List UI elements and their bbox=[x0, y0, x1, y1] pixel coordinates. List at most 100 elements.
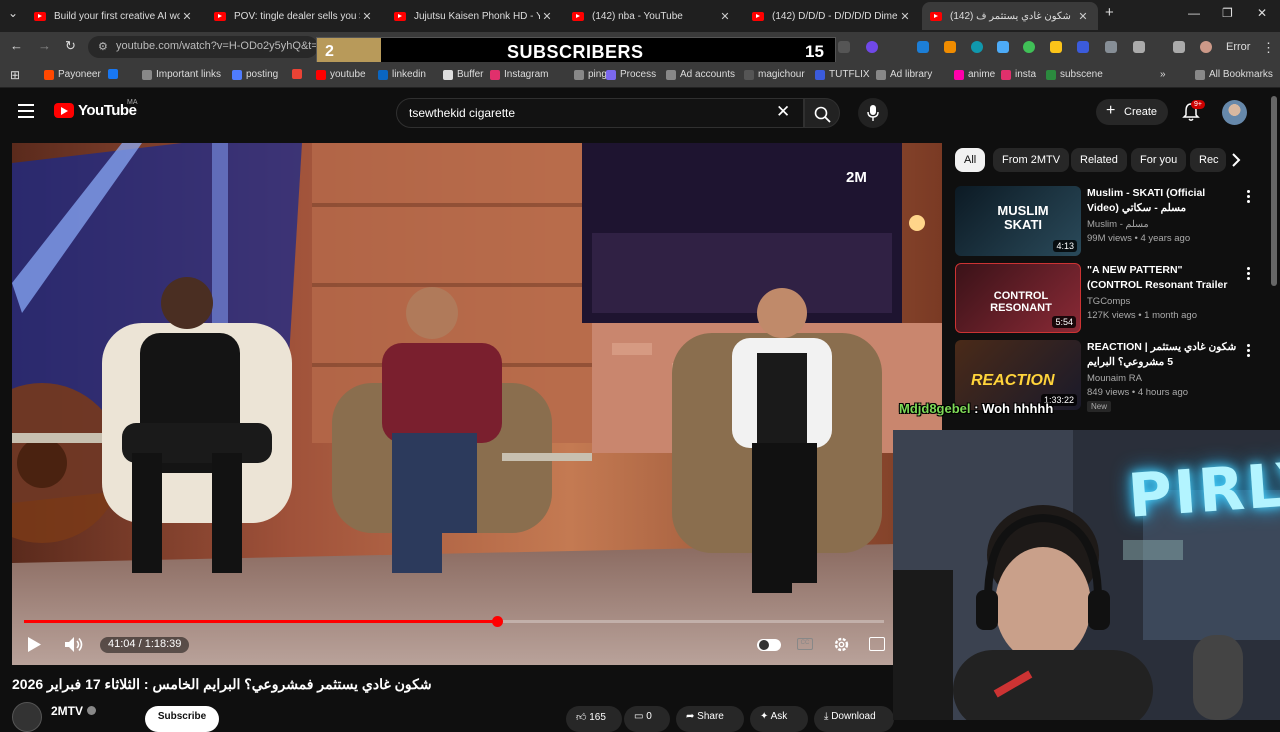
chip-all[interactable]: All bbox=[955, 148, 986, 172]
error-button[interactable]: Error bbox=[1226, 37, 1262, 59]
account-avatar[interactable] bbox=[1222, 100, 1247, 125]
bookmark-item[interactable] bbox=[108, 69, 122, 79]
all-bookmarks[interactable]: All Bookmarks bbox=[1195, 69, 1273, 80]
more-actions-icon[interactable] bbox=[1247, 190, 1251, 205]
apps-grid-icon[interactable]: ⊞ bbox=[10, 68, 20, 82]
recommendation-channel[interactable]: Muslim - مسلم bbox=[1087, 219, 1149, 230]
browser-tab[interactable]: POV: tingle dealer sells you $25 ✕ bbox=[206, 2, 382, 30]
tab-close-icon[interactable]: ✕ bbox=[1076, 10, 1090, 23]
video-thumbnail[interactable]: REACTION 1:33:22 bbox=[955, 340, 1081, 410]
clear-search-icon[interactable]: ✕ bbox=[776, 102, 790, 122]
youtube-logo-icon[interactable] bbox=[54, 103, 74, 118]
recommendation-channel[interactable]: Mounaim RA bbox=[1087, 373, 1142, 384]
extension-icon[interactable] bbox=[1077, 41, 1089, 53]
ask-button[interactable]: ✦ Ask bbox=[750, 706, 808, 732]
bookmark-item[interactable]: youtube bbox=[316, 69, 366, 80]
share-button[interactable]: ➦ Share bbox=[676, 706, 744, 732]
bookmark-item[interactable] bbox=[292, 69, 306, 79]
recommendation-channel[interactable]: TGComps bbox=[1087, 296, 1130, 307]
browser-tab[interactable]: (142) nba - YouTube ✕ bbox=[564, 2, 740, 30]
tab-close-icon[interactable]: ✕ bbox=[360, 10, 374, 23]
new-tab-icon[interactable]: + bbox=[1105, 4, 1114, 21]
bookmark-item[interactable]: subscene bbox=[1046, 69, 1103, 80]
puzzle-extensions-icon[interactable] bbox=[1133, 41, 1145, 53]
scrollbar[interactable] bbox=[1271, 96, 1277, 286]
bookmark-item[interactable]: posting bbox=[232, 69, 278, 80]
extension-icon[interactable] bbox=[1105, 41, 1117, 53]
browser-menu-icon[interactable]: ⋮ bbox=[1262, 40, 1275, 56]
menu-icon[interactable] bbox=[18, 104, 34, 118]
bookmark-item[interactable]: ping bbox=[574, 69, 607, 80]
bookmark-item[interactable]: insta bbox=[1001, 69, 1036, 80]
channel-avatar[interactable] bbox=[12, 702, 42, 732]
tab-list-icon[interactable]: ⌄ bbox=[8, 6, 18, 20]
extension-icon[interactable] bbox=[866, 41, 878, 53]
bookmarks-overflow-icon[interactable]: » bbox=[1160, 69, 1166, 80]
browser-tab[interactable]: Jujutsu Kaisen Phonk HD - YouT ✕ bbox=[386, 2, 562, 30]
chip-from-channel[interactable]: From 2MTV bbox=[993, 148, 1070, 172]
forward-arrow-icon[interactable]: → bbox=[38, 38, 51, 53]
tab-close-icon[interactable]: ✕ bbox=[180, 10, 194, 23]
bookmark-item[interactable]: anime bbox=[954, 69, 995, 80]
amazon-extension-icon[interactable] bbox=[944, 41, 956, 53]
bookmark-item[interactable]: linkedin bbox=[378, 69, 426, 80]
captions-icon[interactable]: CC bbox=[797, 638, 813, 650]
bookmark-item[interactable]: TUTFLIX bbox=[815, 69, 870, 80]
chip-for-you[interactable]: For you bbox=[1131, 148, 1187, 172]
bookmark-item[interactable]: Payoneer bbox=[44, 69, 101, 80]
recommendation-item[interactable]: REACTION 1:33:22 REACTION | شكون غادي يس… bbox=[955, 340, 1265, 412]
voice-search-button[interactable] bbox=[858, 98, 888, 128]
recommendation-title[interactable]: "A NEW PATTERN" (CONTROL Resonant Traile… bbox=[1087, 263, 1239, 293]
recommendation-item[interactable]: MUSLIM SKATI 4:13 Muslim - SKATI (Offici… bbox=[955, 186, 1265, 256]
bookmark-item[interactable]: Process bbox=[606, 69, 656, 80]
recommendation-title[interactable]: REACTION | شكون غادي يستثمر 5 مشروعي؟ ال… bbox=[1087, 340, 1239, 370]
extension-icon[interactable] bbox=[917, 41, 929, 53]
search-input[interactable]: tsewthekid cigarette bbox=[396, 98, 804, 128]
more-actions-icon[interactable] bbox=[1247, 344, 1251, 359]
play-icon[interactable] bbox=[26, 636, 42, 653]
browser-tab[interactable]: (142) D/D/D - D/D/D/D Dimen ✕ bbox=[744, 2, 920, 30]
comments-button[interactable]: ▭ 0 bbox=[624, 706, 670, 732]
tab-close-icon[interactable]: ✕ bbox=[718, 10, 732, 23]
profile-icon[interactable] bbox=[1200, 41, 1212, 53]
bookmark-item[interactable]: Instagram bbox=[490, 69, 548, 80]
chevron-right-icon[interactable] bbox=[1231, 153, 1241, 167]
video-thumbnail[interactable]: MUSLIM SKATI 4:13 bbox=[955, 186, 1081, 256]
extension-icon[interactable] bbox=[1023, 41, 1035, 53]
minimize-icon[interactable]: — bbox=[1188, 6, 1200, 20]
subscribe-button[interactable]: Subscribe bbox=[145, 706, 219, 732]
tab-close-icon[interactable]: ✕ bbox=[898, 10, 912, 23]
bookmark-item[interactable]: Important links bbox=[142, 69, 221, 80]
restore-icon[interactable]: ❐ bbox=[1222, 6, 1233, 20]
recommendation-item[interactable]: CONTROL RESONANT 5:54 "A NEW PATTERN" (C… bbox=[955, 263, 1265, 333]
extension-icon[interactable] bbox=[838, 41, 850, 53]
close-window-icon[interactable]: ✕ bbox=[1257, 6, 1267, 20]
video-thumbnail[interactable]: CONTROL RESONANT 5:54 bbox=[955, 263, 1081, 333]
extension-icon[interactable] bbox=[997, 41, 1009, 53]
back-arrow-icon[interactable]: ← bbox=[10, 38, 23, 53]
volume-icon[interactable] bbox=[64, 636, 84, 653]
channel-name[interactable]: 2MTV bbox=[51, 704, 83, 718]
extension-icon[interactable] bbox=[971, 41, 983, 53]
reload-icon[interactable]: ↻ bbox=[65, 38, 76, 54]
bookmark-item[interactable]: Buffer bbox=[443, 69, 484, 80]
settings-gear-icon[interactable] bbox=[833, 636, 850, 653]
browser-tab[interactable]: Build your first creative AI work ✕ bbox=[26, 2, 202, 30]
chip-related[interactable]: Related bbox=[1071, 148, 1127, 172]
tab-close-icon[interactable]: ✕ bbox=[540, 10, 554, 23]
bookmark-item[interactable]: Ad accounts bbox=[666, 69, 735, 80]
address-bar[interactable]: ⚙ youtube.com/watch?v=H-ODo2y5yhQ&t= bbox=[88, 36, 318, 58]
extension-icon[interactable] bbox=[1050, 41, 1062, 53]
site-info-icon[interactable]: ⚙ bbox=[98, 40, 108, 53]
more-actions-icon[interactable] bbox=[1247, 267, 1251, 282]
bookmark-item[interactable]: Ad library bbox=[876, 69, 932, 80]
download-button[interactable]: ⤓ Download bbox=[814, 706, 894, 732]
bookmark-item[interactable]: magichour bbox=[744, 69, 805, 80]
browser-tab-active[interactable]: (142) شكون غادي يستثمر ف ✕ bbox=[922, 2, 1098, 30]
menu-list-icon[interactable] bbox=[1173, 41, 1185, 53]
like-button[interactable]: 👍︎ 165 bbox=[566, 706, 622, 732]
video-player[interactable]: 2M bbox=[12, 143, 942, 665]
search-button[interactable] bbox=[804, 98, 840, 128]
autoplay-toggle[interactable] bbox=[757, 639, 781, 651]
theater-mode-icon[interactable] bbox=[869, 637, 885, 651]
